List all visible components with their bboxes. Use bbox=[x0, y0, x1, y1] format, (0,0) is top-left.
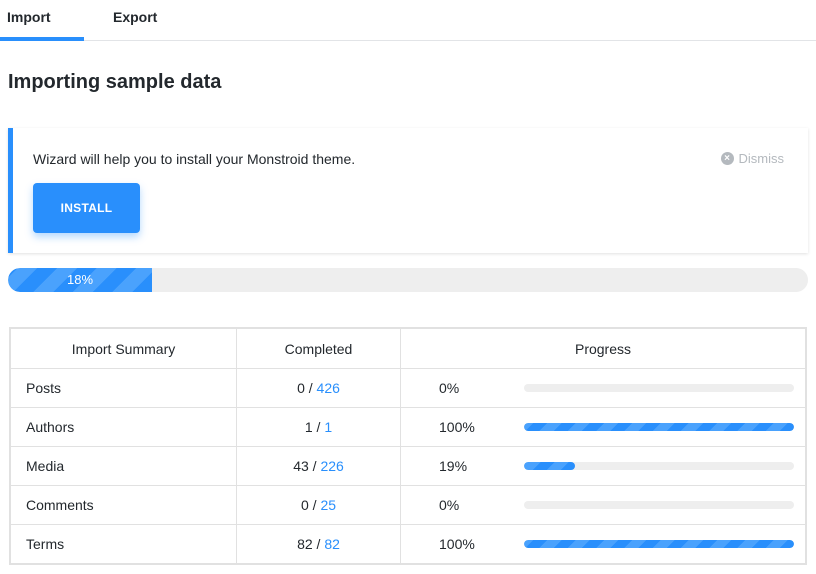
total-link[interactable]: 226 bbox=[320, 458, 343, 474]
row-progress-fill bbox=[524, 540, 794, 548]
row-completed: 82 / 82 bbox=[236, 524, 401, 565]
row-progress-bar bbox=[524, 501, 794, 509]
total-link[interactable]: 82 bbox=[324, 536, 340, 552]
row-progress-bar bbox=[524, 462, 794, 470]
table-row: Comments 0 / 25 0% bbox=[9, 485, 807, 525]
completed-count: 82 bbox=[297, 536, 313, 552]
install-button[interactable]: INSTALL bbox=[33, 183, 140, 233]
header-import-summary: Import Summary bbox=[9, 327, 237, 369]
table-row: Authors 1 / 1 100% bbox=[9, 407, 807, 447]
table-header-row: Import Summary Completed Progress bbox=[9, 327, 807, 369]
notice-text: Wizard will help you to install your Mon… bbox=[33, 151, 356, 167]
row-progress: 0% bbox=[400, 485, 807, 525]
row-name: Comments bbox=[9, 485, 237, 525]
row-name: Posts bbox=[9, 368, 237, 408]
close-circle-icon: × bbox=[720, 152, 734, 165]
install-notice: Wizard will help you to install your Mon… bbox=[8, 128, 808, 253]
row-completed: 0 / 25 bbox=[236, 485, 401, 525]
completed-count: 1 bbox=[304, 419, 313, 435]
total-link[interactable]: 426 bbox=[317, 380, 340, 396]
row-percent: 100% bbox=[439, 536, 475, 552]
row-name: Terms bbox=[9, 524, 237, 565]
header-completed: Completed bbox=[236, 327, 401, 369]
row-progress-fill bbox=[524, 423, 794, 431]
row-percent: 100% bbox=[439, 419, 475, 435]
row-completed: 1 / 1 bbox=[236, 407, 401, 447]
import-summary-table: Import Summary Completed Progress Posts … bbox=[9, 327, 807, 565]
row-percent: 0% bbox=[439, 380, 460, 396]
completed-count: 43 bbox=[293, 458, 309, 474]
row-name: Media bbox=[9, 446, 237, 486]
row-progress-bar bbox=[524, 384, 794, 392]
row-progress-bar bbox=[524, 423, 794, 431]
row-progress-fill bbox=[524, 462, 576, 470]
import-progress-bar: 18% bbox=[8, 268, 808, 292]
row-progress: 0% bbox=[400, 368, 807, 408]
row-percent: 19% bbox=[439, 458, 468, 474]
table-row: Posts 0 / 426 0% bbox=[9, 368, 807, 408]
row-completed: 0 / 426 bbox=[236, 368, 401, 408]
total-link[interactable]: 25 bbox=[320, 497, 336, 513]
row-percent: 0% bbox=[439, 497, 460, 513]
page-title: Importing sample data bbox=[8, 71, 222, 93]
dismiss-label: Dismiss bbox=[738, 151, 785, 166]
dismiss-button[interactable]: × Dismiss bbox=[720, 151, 785, 166]
row-progress-bar bbox=[524, 540, 794, 548]
completed-count: 0 bbox=[300, 497, 309, 513]
row-progress: 100% bbox=[400, 524, 807, 565]
table-row: Media 43 / 226 19% bbox=[9, 446, 807, 486]
row-completed: 43 / 226 bbox=[236, 446, 401, 486]
tab-import[interactable]: Import bbox=[0, 0, 84, 41]
row-progress: 19% bbox=[400, 446, 807, 486]
table-row: Terms 82 / 82 100% bbox=[9, 524, 807, 565]
header-progress: Progress bbox=[400, 327, 807, 369]
total-link[interactable]: 1 bbox=[324, 419, 332, 435]
import-progress-label: 18% bbox=[66, 272, 94, 287]
completed-count: 0 bbox=[297, 380, 305, 396]
tab-bar: Import Export bbox=[0, 0, 816, 41]
row-name: Authors bbox=[9, 407, 237, 447]
row-progress: 100% bbox=[400, 407, 807, 447]
tab-export[interactable]: Export bbox=[113, 0, 157, 40]
